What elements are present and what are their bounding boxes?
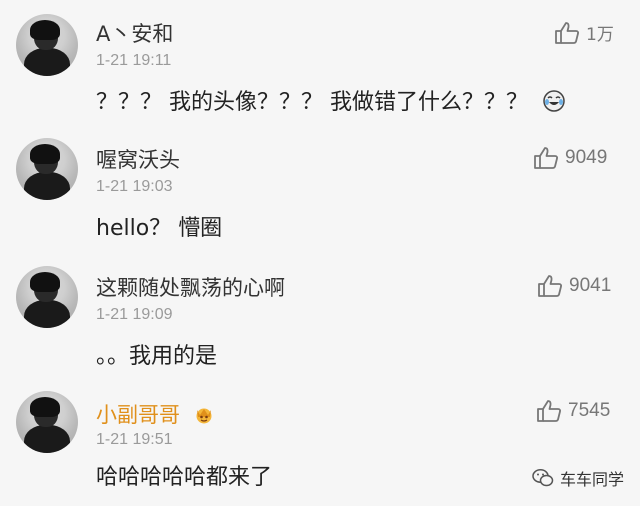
avatar-body (24, 300, 70, 328)
thumbs-up-icon (538, 275, 562, 297)
avatar-body (24, 172, 70, 200)
thumbs-up-icon (537, 400, 561, 422)
like-button[interactable]: 9049 (533, 146, 607, 170)
username[interactable]: A丶安和 (96, 18, 173, 48)
avatar[interactable] (16, 266, 78, 328)
avatar[interactable] (16, 14, 78, 76)
avatar[interactable] (16, 138, 78, 200)
comment-item: A丶安和 1-21 19:11 ？？？ 我的头像？？？ 我做错了什么？？？ 1万 (0, 0, 640, 130)
comment-text: hello？ 懵圈 (96, 216, 223, 241)
watermark: 车车同学 (532, 466, 624, 490)
wechat-icon (532, 469, 554, 487)
crying-laughing-emoji-icon (543, 90, 565, 112)
thumbs-up-icon (534, 147, 558, 169)
comment-text: 哈哈哈哈哈都来了 (96, 465, 273, 490)
avatar-hair (30, 397, 60, 417)
thumbs-up-icon (555, 21, 579, 44)
username[interactable]: 小副哥哥 (96, 399, 215, 429)
like-count: 7545 (568, 400, 611, 421)
like-button[interactable]: 9041 (537, 274, 611, 298)
avatar-hair (30, 272, 60, 292)
username-text: 小副哥哥 (96, 403, 180, 427)
like-count: 1万 (586, 25, 614, 45)
vip-crown-icon (193, 405, 215, 424)
comment-item: 喔窝沃头 1-21 19:03 hello？ 懵圈 9049 (0, 130, 640, 250)
avatar-hair (30, 20, 60, 40)
comment-item: 这颗随处飘荡的心啊 1-21 19:09 。。我用的是 9041 (0, 250, 640, 375)
comment-time: 1-21 19:11 (96, 52, 172, 69)
comment-text: 。。我用的是 (96, 344, 218, 369)
avatar-body (24, 425, 70, 453)
avatar-body (24, 48, 70, 76)
comment-time: 1-21 19:09 (96, 306, 173, 323)
comment-text-content: ？？？ 我的头像？？？ 我做错了什么？？？ (96, 90, 528, 115)
avatar[interactable] (16, 391, 78, 453)
like-count: 9049 (565, 147, 608, 168)
comment-text: ？？？ 我的头像？？？ 我做错了什么？？？ (96, 84, 565, 116)
comment-time: 1-21 19:03 (96, 178, 173, 195)
like-button[interactable]: 1万 (554, 20, 614, 45)
comment-time: 1-21 19:51 (96, 431, 173, 448)
like-count: 9041 (569, 275, 612, 296)
like-button[interactable]: 7545 (536, 399, 610, 423)
watermark-text: 车车同学 (559, 470, 624, 489)
avatar-hair (30, 144, 60, 164)
username[interactable]: 喔窝沃头 (96, 144, 180, 174)
username[interactable]: 这颗随处飘荡的心啊 (96, 272, 285, 302)
